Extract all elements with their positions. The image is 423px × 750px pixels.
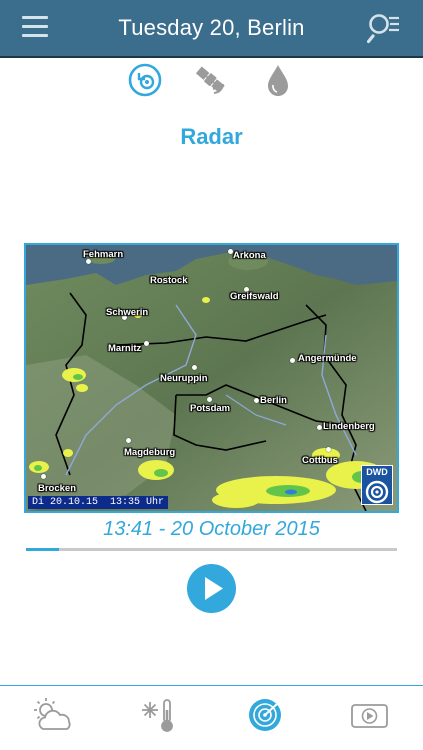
play-icon (205, 577, 223, 600)
city-label-potsdam: Potsdam (190, 403, 231, 414)
radar-map-background (26, 245, 397, 511)
frame-timestamp: 13:41 - 20 October 2015 (103, 518, 320, 540)
city-label-arkona: Arkona (233, 250, 266, 261)
satellite-icon (195, 66, 225, 94)
animation-progress-fill (26, 548, 60, 551)
city-dot (207, 397, 212, 402)
section-title: Radar (180, 124, 243, 149)
mode-satellite-button[interactable] (192, 62, 228, 98)
city-dot (144, 341, 149, 346)
mode-selector (0, 60, 423, 100)
map-timestamp: Di 20.10.15 13:35 Uhr (28, 496, 169, 509)
city-label-berlin: Berlin (260, 395, 287, 406)
city-label-schwerin: Schwerin (106, 307, 149, 318)
city-dot (254, 398, 259, 403)
city-label-brocken: Brocken (38, 483, 77, 494)
menu-button[interactable] (22, 16, 50, 40)
search-list-icon (366, 14, 399, 44)
city-label-lindenberg: Lindenberg (323, 421, 375, 432)
city-label-cottbus: Cottbus (302, 455, 338, 466)
city-label-magdeburg: Magdeburg (124, 447, 176, 458)
city-label-rostock: Rostock (150, 275, 188, 286)
city-dot (192, 365, 197, 370)
dwd-swirl-icon (365, 480, 389, 504)
tab-video[interactable] (348, 696, 392, 736)
city-dot (126, 438, 131, 443)
hamburger-menu-icon (22, 16, 50, 37)
mode-radar-button[interactable] (127, 62, 163, 98)
snow-thermometer-icon (142, 699, 173, 732)
city-label-marnitz: Marnitz (108, 343, 142, 354)
rain-drop-icon (268, 65, 288, 96)
tab-winter[interactable] (137, 696, 181, 736)
search-button[interactable] (366, 12, 401, 44)
city-dot (41, 474, 46, 479)
radar-history-icon (128, 63, 162, 97)
city-dot (317, 425, 322, 430)
video-play-icon (351, 704, 388, 728)
city-dot (326, 447, 331, 452)
city-label-angermuende: Angermünde (298, 353, 357, 364)
radar-icon (249, 699, 281, 731)
dwd-logo-text: DWD (366, 467, 388, 477)
header-bar: Tuesday 20, Berlin (0, 0, 423, 58)
page-title: Tuesday 20, Berlin (118, 15, 305, 40)
animation-progress-bar[interactable] (26, 548, 397, 551)
city-label-fehmarn: Fehmarn (83, 249, 124, 260)
radar-map[interactable]: Fehmarn Arkona Rostock Greifswald Schwer… (24, 243, 399, 513)
tab-radar[interactable] (244, 696, 288, 736)
tab-weather[interactable] (31, 696, 75, 736)
city-dot (290, 358, 295, 363)
play-button[interactable] (187, 564, 236, 613)
weather-cloud-sun-icon (34, 698, 71, 730)
dwd-logo: DWD (361, 465, 393, 505)
mode-rain-button[interactable] (260, 62, 296, 98)
city-label-greifswald: Greifswald (230, 291, 279, 302)
bottom-tab-bar (0, 685, 423, 750)
city-label-neuruppin: Neuruppin (160, 373, 208, 384)
